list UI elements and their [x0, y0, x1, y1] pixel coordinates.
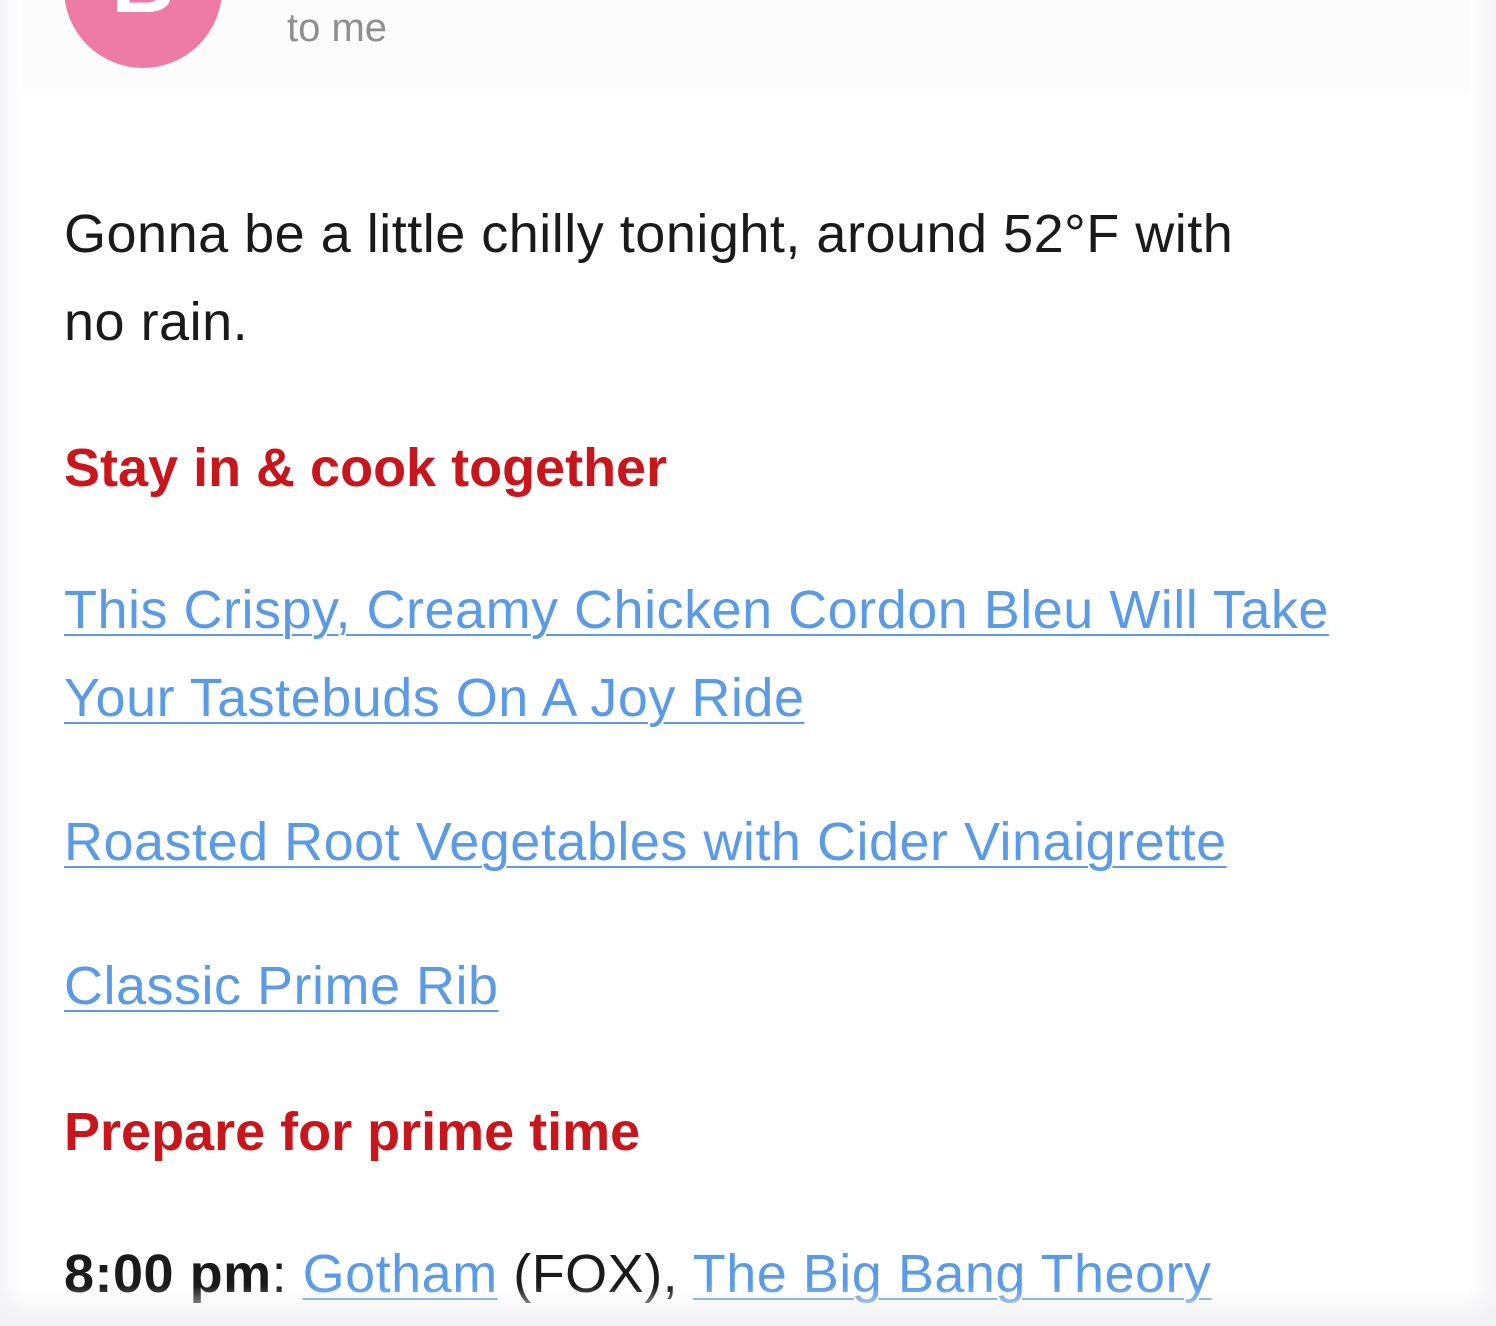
schedule-time: 8:00 pm — [64, 1244, 272, 1304]
network-label: (FOX), — [497, 1244, 693, 1304]
avatar-initial: B — [111, 0, 175, 26]
recipe-link-item: This Crispy, Creamy Chicken Cordon Bleu … — [64, 566, 1364, 742]
intro-line-2: no rain. — [64, 292, 249, 352]
right-edge-shadow — [1468, 0, 1496, 1326]
section-heading-tv: Prepare for prime time — [64, 1102, 641, 1162]
section-heading-cook: Stay in & cook together — [64, 438, 668, 498]
email-header — [22, 0, 1468, 92]
show-link-gotham[interactable]: Gotham — [303, 1244, 498, 1304]
email-view: B to me Gonna be a little chilly tonight… — [0, 0, 1496, 1326]
intro-line-1: Gonna be a little chilly tonight, around… — [64, 204, 1234, 264]
recipe-link-item: Classic Prime Rib — [64, 942, 1364, 1030]
recipient-label[interactable]: to me — [287, 6, 387, 51]
recipe-link-chicken-cordon-bleu[interactable]: This Crispy, Creamy Chicken Cordon Bleu … — [64, 580, 1329, 728]
recipe-link-item: Roasted Root Vegetables with Cider Vinai… — [64, 798, 1364, 886]
tv-schedule-row: 8:00 pm: Gotham (FOX), The Big Bang Theo… — [64, 1238, 1464, 1310]
recipe-link-prime-rib[interactable]: Classic Prime Rib — [64, 956, 499, 1016]
intro-paragraph: Gonna be a little chilly tonight, around… — [64, 190, 1364, 366]
left-edge-shadow — [0, 0, 22, 1326]
schedule-colon: : — [271, 1244, 303, 1304]
recipe-link-roasted-root-vegetables[interactable]: Roasted Root Vegetables with Cider Vinai… — [64, 812, 1227, 872]
show-link-big-bang-theory[interactable]: The Big Bang Theory — [693, 1244, 1212, 1304]
